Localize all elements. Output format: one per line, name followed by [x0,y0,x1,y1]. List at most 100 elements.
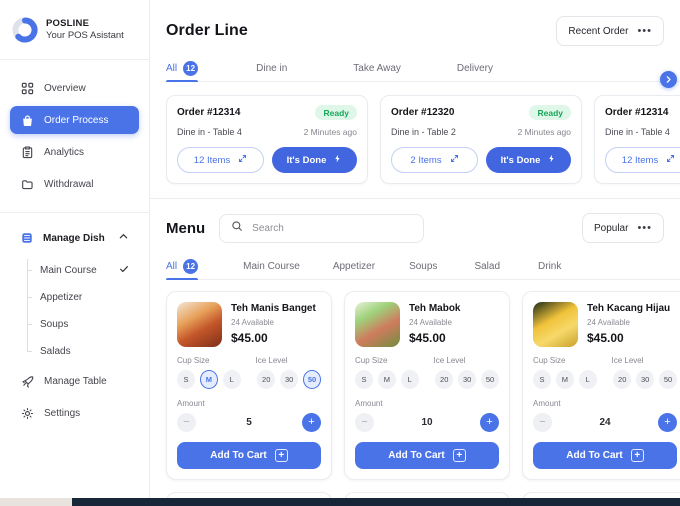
search-box[interactable] [219,213,425,243]
recent-order-filter-button[interactable]: Recent Order ••• [556,16,664,46]
dish-availability: 24 Available [587,318,630,327]
status-badge: Ready [529,105,571,120]
amount-increment-button[interactable]: + [302,413,321,432]
cup-size-option-s[interactable]: S [177,370,195,389]
brand-logo[interactable]: POSLINE Your POS Asistant [0,0,149,59]
menu-tab-main-course[interactable]: Main Course [243,253,300,280]
ice-level-option-50[interactable]: 50 [481,370,499,389]
tab-badge-count: 12 [183,259,199,274]
dish-availability: 24 Available [231,318,274,327]
tab-label: Salad [474,261,501,272]
order-done-label: It's Done [286,154,327,166]
order-card[interactable]: Order #12314 Ready Dine in - Table 4 2 M… [166,95,368,184]
popular-sort-button[interactable]: Popular ••• [581,213,664,243]
add-to-cart-button[interactable]: Add To Cart + [355,442,499,469]
ice-level-option-30[interactable]: 30 [636,370,655,389]
amount-decrement-button[interactable]: − [533,413,552,432]
menu-tab-all[interactable]: All 12 [166,253,199,280]
tab-delivery[interactable]: Delivery [457,55,493,82]
ice-level-option-50[interactable]: 50 [303,370,321,389]
ice-level-option-50[interactable]: 50 [659,370,677,389]
order-cards-row: Order #12314 Ready Dine in - Table 4 2 M… [150,82,680,198]
cup-size-option-m[interactable]: M [377,370,396,389]
sidebar-subitem-label: Appetizer [40,292,83,303]
cup-size-label: Cup Size [355,356,388,365]
ice-level-label: Ice Level [433,356,466,365]
amount-decrement-button[interactable]: − [355,413,374,432]
menu-tab-appetizer[interactable]: Appetizer [333,253,375,280]
sidebar-subitem-label: Soups [40,319,69,330]
add-to-cart-button[interactable]: Add To Cart + [533,442,677,469]
lightning-icon [333,154,342,166]
tab-all-orders[interactable]: All 12 [166,55,199,82]
main-content: Order Line Recent Order ••• All 12 Dine … [150,0,680,506]
sidebar-item-order-process[interactable]: Order Process [10,106,139,134]
order-card[interactable]: Order #12320 Ready Dine in - Table 2 2 M… [380,95,582,184]
ice-level-option-20[interactable]: 20 [435,370,454,389]
amount-value: 10 [421,417,433,428]
tab-take-away[interactable]: Take Away [353,55,401,82]
dish-card[interactable]: Teh Mabok 24 Available $45.00 Cup Size I… [344,291,510,480]
sidebar-subitem-appetizer[interactable]: Appetizer [27,284,139,311]
amount-decrement-button[interactable]: − [177,413,196,432]
cup-size-option-l[interactable]: L [222,370,241,389]
chevron-up-icon[interactable] [118,231,129,245]
ice-level-option-20[interactable]: 20 [613,370,632,389]
amount-increment-button[interactable]: + [480,413,499,432]
sidebar-subitem-main-course[interactable]: Main Course [27,257,139,284]
cup-size-option-l[interactable]: L [400,370,419,389]
tab-label: Soups [409,261,438,272]
dish-card[interactable]: Teh Manis Banget 24 Available $45.00 Cup… [166,291,332,480]
sidebar-item-overview[interactable]: Overview [10,74,139,102]
brand-name: POSLINE [46,17,90,29]
order-line-header: Order Line Recent Order ••• [150,0,680,46]
order-line-section: Order Line Recent Order ••• All 12 Dine … [150,0,680,198]
sidebar-item-analytics[interactable]: Analytics [10,138,139,166]
order-items-button[interactable]: 12 Items [605,147,680,173]
sidebar-group-manage-dish[interactable]: Manage Dish [10,225,139,251]
lightning-icon [547,154,556,166]
sidebar-item-withdrawal[interactable]: Withdrawal [10,170,139,198]
ice-level-option-30[interactable]: 30 [280,370,299,389]
order-done-button[interactable]: It's Done [486,147,571,173]
cup-size-label: Cup Size [533,356,566,365]
order-items-button[interactable]: 12 Items [177,147,264,173]
tab-label: Appetizer [332,261,376,272]
tab-label: Delivery [456,63,494,74]
sidebar-item-label: Order Process [44,114,109,126]
amount-increment-button[interactable]: + [658,413,677,432]
order-id: Order #12314 [177,107,241,118]
sidebar-subitem-soups[interactable]: Soups [27,311,139,338]
more-options-icon: ••• [637,24,652,37]
sidebar-item-settings[interactable]: Settings [10,399,139,427]
add-to-cart-button[interactable]: Add To Cart + [177,442,321,469]
menu-tab-drink[interactable]: Drink [538,253,561,280]
search-icon [231,219,243,237]
tab-dine-in[interactable]: Dine in [256,55,287,82]
page-title: Order Line [166,22,248,39]
search-input[interactable] [252,222,413,234]
dish-price: $45.00 [587,331,624,345]
cup-size-option-m[interactable]: M [199,370,218,389]
dish-card[interactable]: Teh Kacang Hijau 24 Available $45.00 Cup… [522,291,680,480]
order-card[interactable]: Order #12314 Ready Dine in - Table 4 2 M… [594,95,680,184]
orders-scroll-next-button[interactable] [660,71,677,88]
ice-level-label: Ice Level [255,356,288,365]
sidebar-item-manage-table[interactable]: Manage Table [10,367,139,395]
cup-size-option-s[interactable]: S [533,370,551,389]
order-done-button[interactable]: It's Done [272,147,357,173]
recent-order-label: Recent Order [568,25,629,37]
sidebar-subitem-salads[interactable]: Salads [27,338,139,365]
folder-icon [20,177,34,191]
cup-size-option-l[interactable]: L [578,370,597,389]
order-items-button[interactable]: 2 Items [391,147,478,173]
cup-size-option-m[interactable]: M [555,370,574,389]
rocket-icon [20,374,34,388]
menu-tab-soups[interactable]: Soups [409,253,437,280]
menu-tab-salad[interactable]: Salad [474,253,500,280]
sidebar-group-label: Manage Dish [43,232,105,244]
ice-level-option-30[interactable]: 30 [458,370,477,389]
ice-level-option-20[interactable]: 20 [257,370,276,389]
order-items-label: 12 Items [193,154,231,166]
cup-size-option-s[interactable]: S [355,370,373,389]
